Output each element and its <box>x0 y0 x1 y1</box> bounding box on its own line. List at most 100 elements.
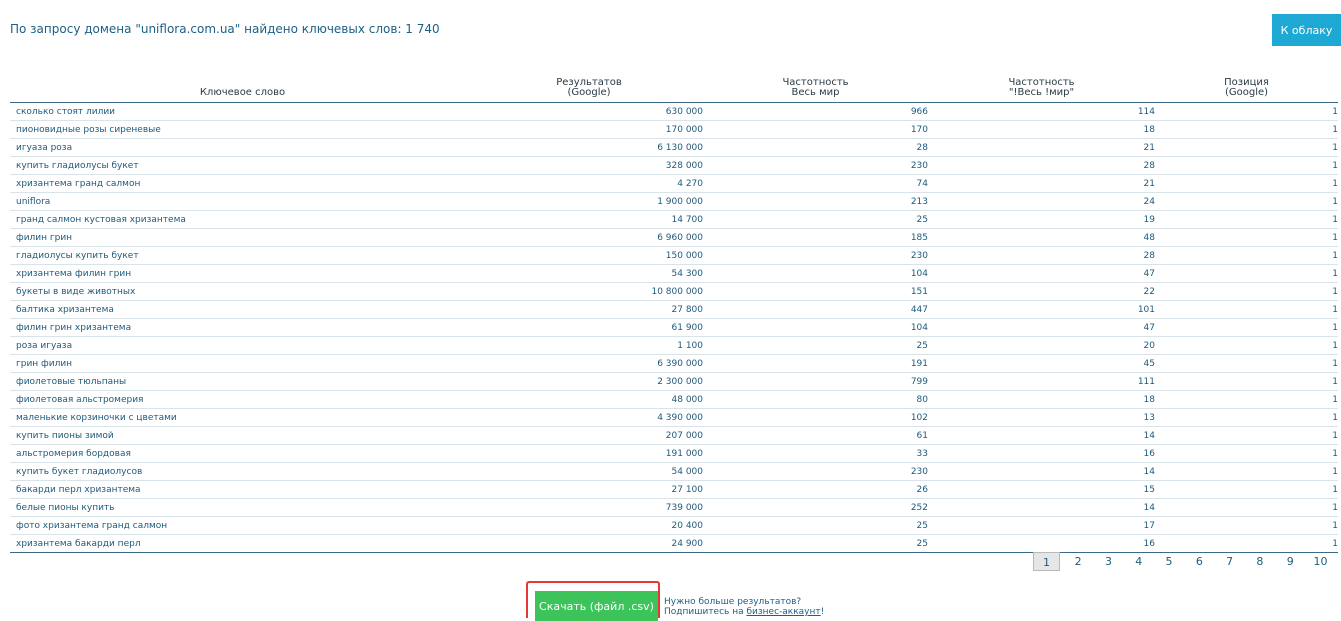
keyword-cell[interactable]: пионовидные розы сиреневые <box>10 120 475 139</box>
keyword-cell[interactable]: альстромерия бордовая <box>10 444 475 463</box>
page-link-5[interactable]: 5 <box>1154 555 1184 568</box>
page-link-1[interactable]: 1 <box>1033 552 1060 571</box>
results-cell: 2 300 000 <box>475 372 703 391</box>
frequency-cell: 799 <box>703 372 928 391</box>
results-cell: 14 700 <box>475 210 703 229</box>
exact-frequency-cell: 17 <box>928 516 1155 535</box>
results-cell: 6 390 000 <box>475 354 703 373</box>
business-account-link[interactable]: бизнес-аккаунт <box>746 607 820 617</box>
frequency-cell: 61 <box>703 426 928 445</box>
exact-frequency-cell: 48 <box>928 228 1155 247</box>
column-header-position[interactable]: Позиция (Google) <box>1155 70 1338 103</box>
page-link-7[interactable]: 7 <box>1214 555 1244 568</box>
column-header-frequency[interactable]: Частотность Весь мир <box>703 70 928 103</box>
pagination: 1 2 3 4 5 6 7 8 9 10 <box>1033 551 1336 572</box>
exact-frequency-cell: 28 <box>928 246 1155 265</box>
position-cell: 1 <box>1155 138 1338 157</box>
exact-frequency-cell: 45 <box>928 354 1155 373</box>
keyword-cell[interactable]: филин грин хризантема <box>10 318 475 337</box>
exact-frequency-cell: 47 <box>928 264 1155 283</box>
frequency-cell: 25 <box>703 516 928 535</box>
keyword-cell[interactable]: фиолетовая альстромерия <box>10 390 475 409</box>
keyword-cell[interactable]: фиолетовые тюльпаны <box>10 372 475 391</box>
results-cell: 170 000 <box>475 120 703 139</box>
results-cell: 48 000 <box>475 390 703 409</box>
table-row: пионовидные розы сиреневые 170 000 170 18 1 <box>10 120 1338 139</box>
exact-frequency-cell: 18 <box>928 390 1155 409</box>
results-cell: 4 270 <box>475 174 703 193</box>
exact-frequency-cell: 16 <box>928 534 1155 553</box>
page-link-6[interactable]: 6 <box>1184 555 1214 568</box>
position-cell: 1 <box>1155 156 1338 175</box>
keyword-cell[interactable]: роза игуаза <box>10 336 475 355</box>
page-link-4[interactable]: 4 <box>1124 555 1154 568</box>
keyword-cell[interactable]: белые пионы купить <box>10 498 475 517</box>
results-cell: 54 300 <box>475 264 703 283</box>
keywords-summary: По запросу домена "uniflora.com.ua" найд… <box>10 22 440 36</box>
frequency-cell: 230 <box>703 462 928 481</box>
position-cell: 1 <box>1155 444 1338 463</box>
table-row: филин грин 6 960 000 185 48 1 <box>10 228 1338 247</box>
exact-frequency-cell: 15 <box>928 480 1155 499</box>
keyword-cell[interactable]: хризантема филин грин <box>10 264 475 283</box>
keyword-cell[interactable]: фото хризантема гранд салмон <box>10 516 475 535</box>
keyword-cell[interactable]: грин филин <box>10 354 475 373</box>
download-csv-button[interactable]: Скачать (файл .csv) <box>535 591 658 621</box>
page-link-3[interactable]: 3 <box>1093 555 1123 568</box>
keyword-cell[interactable]: букеты в виде животных <box>10 282 475 301</box>
results-cell: 27 100 <box>475 480 703 499</box>
table-row: гладиолусы купить букет 150 000 230 28 1 <box>10 246 1338 265</box>
column-header-exact-frequency[interactable]: Частотность "!Весь !мир" <box>928 70 1155 103</box>
exact-frequency-cell: 18 <box>928 120 1155 139</box>
keyword-cell[interactable]: купить пионы зимой <box>10 426 475 445</box>
table-row: купить букет гладиолусов 54 000 230 14 1 <box>10 462 1338 481</box>
promo-line-1: Нужно больше результатов? <box>664 597 802 607</box>
results-cell: 61 900 <box>475 318 703 337</box>
column-header-results[interactable]: Результатов (Google) <box>475 70 703 103</box>
results-cell: 6 960 000 <box>475 228 703 247</box>
keyword-cell[interactable]: гладиолусы купить букет <box>10 246 475 265</box>
table-row: белые пионы купить 739 000 252 14 1 <box>10 498 1338 517</box>
to-cloud-button[interactable]: К облаку <box>1272 14 1341 46</box>
keywords-table-body: сколько стоят лилии 630 000 966 114 1 пионови… <box>10 102 1338 553</box>
keyword-cell[interactable]: балтика хризантема <box>10 300 475 319</box>
exact-frequency-cell: 14 <box>928 498 1155 517</box>
position-cell: 1 <box>1155 534 1338 553</box>
results-cell: 150 000 <box>475 246 703 265</box>
results-cell: 630 000 <box>475 102 703 121</box>
position-cell: 1 <box>1155 282 1338 301</box>
results-cell: 191 000 <box>475 444 703 463</box>
keyword-cell[interactable]: сколько стоят лилии <box>10 102 475 121</box>
promo-line-2: Подпишитесь на бизнес-аккаунт! <box>664 607 825 617</box>
keyword-cell[interactable]: игуаза роза <box>10 138 475 157</box>
keyword-cell[interactable]: маленькие корзиночки с цветами <box>10 408 475 427</box>
frequency-cell: 104 <box>703 264 928 283</box>
keyword-cell[interactable]: гранд салмон кустовая хризантема <box>10 210 475 229</box>
keyword-cell[interactable]: хризантема гранд салмон <box>10 174 475 193</box>
table-row: купить гладиолусы букет 328 000 230 28 1 <box>10 156 1338 175</box>
position-cell: 1 <box>1155 246 1338 265</box>
frequency-cell: 25 <box>703 210 928 229</box>
results-cell: 207 000 <box>475 426 703 445</box>
column-header-keyword[interactable]: Ключевое слово <box>10 70 475 103</box>
table-row: грин филин 6 390 000 191 45 1 <box>10 354 1338 373</box>
page-link-10[interactable]: 10 <box>1305 555 1335 568</box>
page-link-9[interactable]: 9 <box>1275 555 1305 568</box>
position-cell: 1 <box>1155 174 1338 193</box>
page-link-2[interactable]: 2 <box>1063 555 1093 568</box>
frequency-cell: 213 <box>703 192 928 211</box>
exact-frequency-cell: 22 <box>928 282 1155 301</box>
keyword-cell[interactable]: филин грин <box>10 228 475 247</box>
keyword-cell[interactable]: купить букет гладиолусов <box>10 462 475 481</box>
keyword-cell[interactable]: купить гладиолусы букет <box>10 156 475 175</box>
keyword-cell[interactable]: uniflora <box>10 192 475 211</box>
results-cell: 328 000 <box>475 156 703 175</box>
page-link-8[interactable]: 8 <box>1245 555 1275 568</box>
table-row: балтика хризантема 27 800 447 101 1 <box>10 300 1338 319</box>
frequency-cell: 28 <box>703 138 928 157</box>
frequency-cell: 26 <box>703 480 928 499</box>
keyword-cell[interactable]: бакарди перл хризантема <box>10 480 475 499</box>
frequency-cell: 104 <box>703 318 928 337</box>
position-cell: 1 <box>1155 354 1338 373</box>
keyword-cell[interactable]: хризантема бакарди перл <box>10 534 475 553</box>
